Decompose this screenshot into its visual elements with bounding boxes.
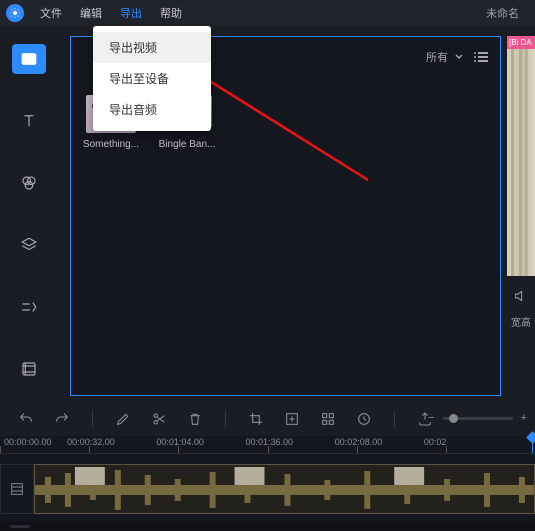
element-tab[interactable] <box>12 354 46 384</box>
zoom-minus[interactable]: − <box>428 412 434 424</box>
export-dropdown: 导出视频 导出至设备 导出音频 <box>93 26 211 131</box>
film-icon <box>9 481 25 497</box>
left-toolbar <box>0 26 58 402</box>
menu-file[interactable]: 文件 <box>32 2 70 24</box>
menu-help[interactable]: 帮助 <box>152 2 190 24</box>
app-logo <box>6 4 24 22</box>
menu-export[interactable]: 导出 <box>112 2 150 24</box>
tick-label: 00:00:32.00 <box>67 437 115 447</box>
separator <box>394 411 395 427</box>
clip-label: Something... <box>83 139 139 150</box>
separator <box>225 411 226 427</box>
separator <box>92 411 93 427</box>
tick-label: 00:02:08.00 <box>335 437 383 447</box>
clip-label: Bingle Ban... <box>159 139 216 150</box>
menu-edit[interactable]: 编辑 <box>72 2 110 24</box>
preview-badge: [Bi DA <box>507 36 535 49</box>
filter-label: 所有 <box>426 49 448 65</box>
redo-icon[interactable] <box>54 411 70 427</box>
clock-icon[interactable] <box>356 411 372 427</box>
export-audio-item[interactable]: 导出音频 <box>93 94 211 125</box>
mosaic-icon[interactable] <box>320 411 336 427</box>
zoom-plus[interactable]: + <box>521 412 527 424</box>
filters-tab[interactable] <box>12 168 46 198</box>
export-video-item[interactable]: 导出视频 <box>93 32 211 63</box>
tick-label: 00:01:36.00 <box>246 437 294 447</box>
media-tab[interactable] <box>12 44 46 74</box>
tick-label: 00:00:00.00 <box>4 437 52 447</box>
export-device-item[interactable]: 导出至设备 <box>93 63 211 94</box>
video-track[interactable] <box>34 464 535 514</box>
filter-dropdown[interactable]: 所有 <box>426 49 464 65</box>
undo-icon[interactable] <box>18 411 34 427</box>
fit-label[interactable]: 宽高 <box>511 314 531 329</box>
preview-panel: [Bi DA 宽高 <box>507 36 535 396</box>
crop-icon[interactable] <box>248 411 264 427</box>
timeline: 00:00:00.00 00:00:32.00 00:01:04.00 00:0… <box>0 436 535 531</box>
track-head[interactable] <box>0 464 34 514</box>
playhead[interactable] <box>532 436 533 453</box>
speaker-icon[interactable] <box>513 288 529 304</box>
chevron-down-icon <box>454 52 464 62</box>
scissors-icon[interactable] <box>151 411 167 427</box>
transition-tab[interactable] <box>12 292 46 322</box>
preview-viewport[interactable]: [Bi DA <box>507 36 535 276</box>
view-list-icon[interactable] <box>474 52 488 62</box>
pencil-icon[interactable] <box>115 411 131 427</box>
project-title: 未命名 <box>486 5 529 21</box>
zoom-slider[interactable] <box>443 417 513 420</box>
menubar: 文件 编辑 导出 帮助 未命名 <box>0 0 535 26</box>
status-bar <box>0 521 535 531</box>
overlay-tab[interactable] <box>12 230 46 260</box>
tick-label: 00:02 <box>424 437 447 447</box>
text-tab[interactable] <box>12 106 46 136</box>
add-marker-icon[interactable] <box>284 411 300 427</box>
time-ruler[interactable]: 00:00:00.00 00:00:32.00 00:01:04.00 00:0… <box>0 436 535 454</box>
zoom-control[interactable]: − + <box>428 412 527 424</box>
delete-icon[interactable] <box>187 411 203 427</box>
tick-label: 00:01:04.00 <box>156 437 204 447</box>
